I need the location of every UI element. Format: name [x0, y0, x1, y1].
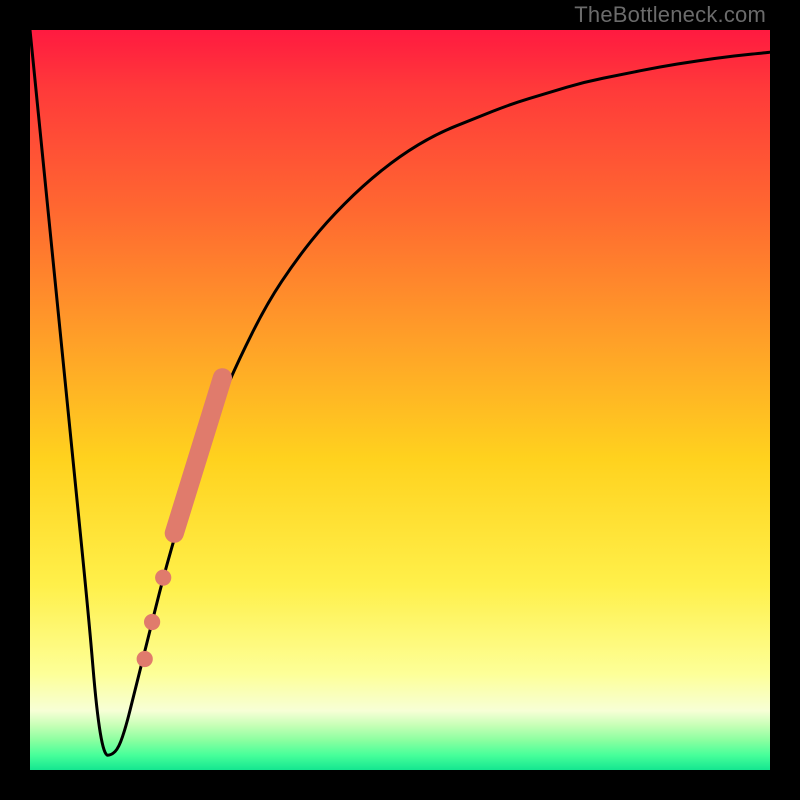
bottleneck-curve-svg: [30, 30, 770, 770]
plot-area: [30, 30, 770, 770]
marker-bar: [174, 378, 222, 533]
marker-dot: [155, 570, 171, 586]
marker-group: [137, 378, 223, 667]
chart-frame: TheBottleneck.com: [0, 0, 800, 800]
marker-dot: [144, 614, 160, 630]
watermark-label: TheBottleneck.com: [574, 2, 766, 28]
marker-dot: [137, 651, 153, 667]
bottleneck-curve-path: [30, 30, 770, 755]
